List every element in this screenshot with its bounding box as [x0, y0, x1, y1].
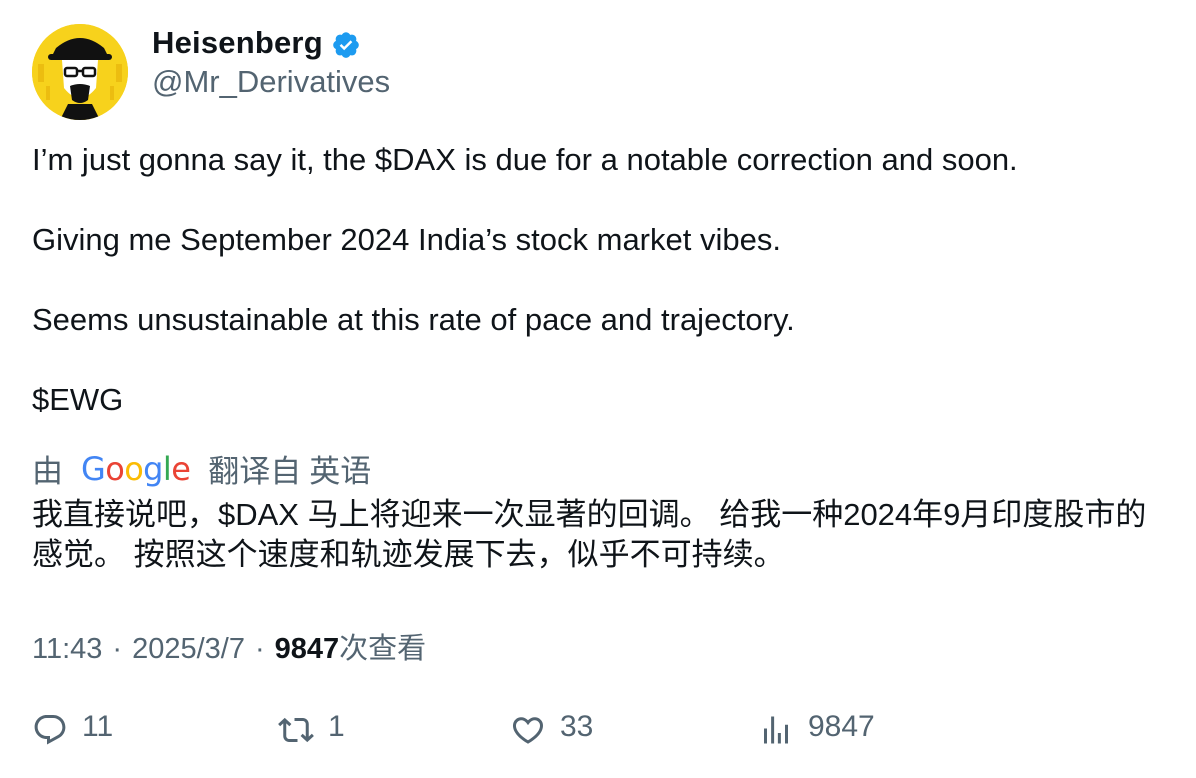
reply-icon [34, 715, 66, 745]
tweet-paragraph: Seems unsustainable at this rate of pace… [32, 302, 795, 337]
views-action-count: 9847 [808, 710, 875, 743]
avatar[interactable] [32, 24, 128, 120]
cashtag-ewg[interactable]: $EWG [32, 380, 1162, 420]
views-count: 9847 [274, 633, 340, 665]
views-label: 次查看 [339, 633, 427, 665]
heart-icon [512, 717, 544, 744]
avatar-heisenberg-icon [32, 24, 128, 120]
reply-button[interactable]: 11 [32, 710, 114, 748]
meta-separator: · [254, 633, 265, 665]
author-handle[interactable]: @Mr_Derivatives [152, 64, 390, 100]
like-count: 33 [560, 710, 594, 743]
author-names: Heisenberg @Mr_Derivatives [152, 24, 390, 100]
verified-badge-icon[interactable] [331, 30, 361, 60]
meta-separator: · [112, 633, 123, 665]
translated-by-label: 由 [32, 454, 63, 489]
tweet-text: I’m just gonna say it, the $DAX is due f… [32, 140, 1162, 420]
source-language: 英语 [309, 454, 372, 489]
translated-from-label: 翻译自 [208, 454, 302, 489]
google-logo-icon[interactable]: Google [81, 450, 191, 488]
tweet-paragraph: I’m just gonna say it, the $DAX is due f… [32, 142, 1018, 177]
retweet-icon [278, 717, 314, 743]
tweet-time[interactable]: 11:43 [32, 633, 102, 666]
translation-attribution: 由 Google 翻译自 英语 [32, 446, 371, 491]
retweet-count: 1 [328, 710, 345, 743]
reply-count: 11 [82, 710, 114, 743]
tweet-meta: 11:43 · 2025/3/7 · 9847 次查看 [32, 625, 426, 667]
tweet-header: Heisenberg @Mr_Derivatives [32, 24, 390, 120]
tweet-paragraph: Giving me September 2024 India’s stock m… [32, 222, 781, 257]
like-button[interactable]: 33 [510, 710, 594, 748]
action-bar: 11 1 33 9847 [32, 710, 1162, 756]
author-display-name[interactable]: Heisenberg [152, 25, 323, 61]
translated-text: 我直接说吧，$DAX 马上将迎来一次显著的回调。 给我一种2024年9月印度股市… [32, 497, 1147, 572]
tweet-date[interactable]: 2025/3/7 [132, 633, 245, 666]
views-button[interactable]: 9847 [758, 710, 875, 748]
analytics-icon [764, 716, 788, 744]
retweet-button[interactable]: 1 [278, 710, 345, 748]
